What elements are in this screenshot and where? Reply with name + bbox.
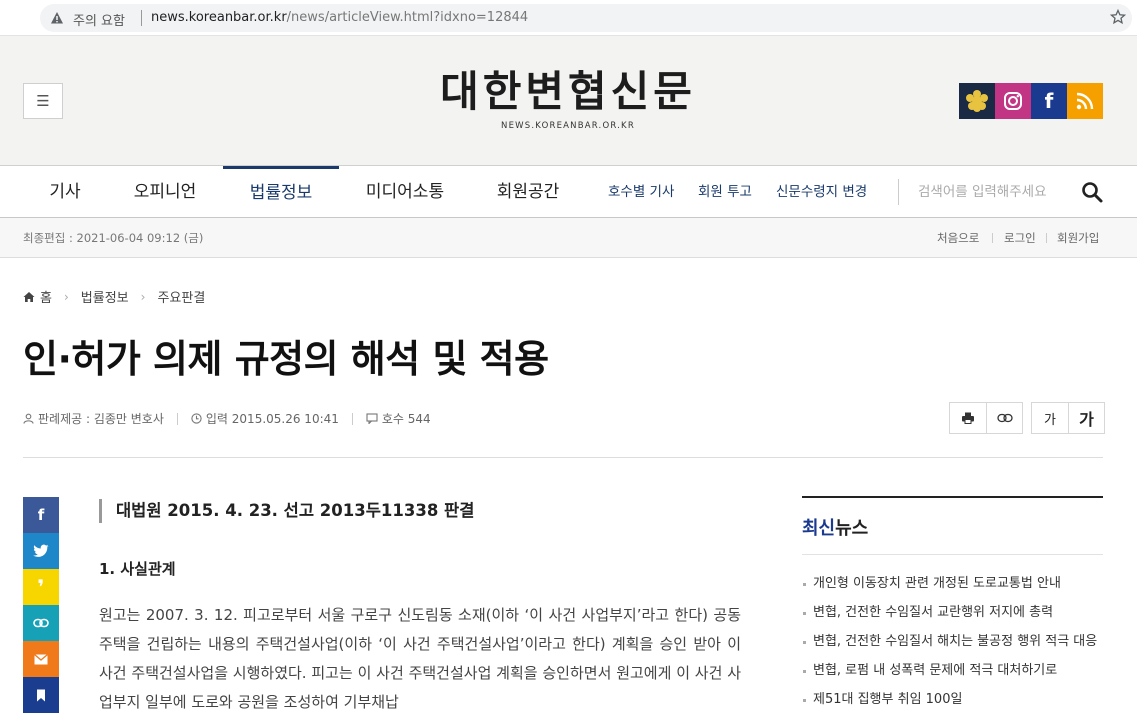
nav-divider [898,179,899,205]
url-text[interactable]: news.koreanbar.or.kr/news/articleView.ht… [151,10,528,25]
util-divider [992,233,993,243]
warning-icon[interactable] [50,11,64,25]
login-link[interactable]: 로그인 [1004,230,1036,246]
chevron-right-icon: › [63,289,69,304]
share-email-button[interactable] [23,641,59,677]
comment-icon [366,413,378,424]
address-divider [141,10,142,26]
nav-item-members[interactable]: 회원공간 [478,166,578,218]
breadcrumb-legal-info[interactable]: 법률정보 [81,287,129,306]
article-author: 판례제공 : 김종만 변호사 [38,412,164,426]
latest-news-title-accent: 최신 [802,518,836,539]
koreanbar-icon[interactable] [959,83,995,119]
article-title: 인·허가 의제 규정의 해석 및 적용 [23,337,549,381]
meta-divider [176,412,178,425]
article-subtitle: 대법원 2015. 4. 23. 선고 2013두11338 판결 [99,499,474,523]
nav-item-media[interactable]: 미디어소통 [350,166,460,218]
article-tools [949,402,1023,434]
breadcrumb-home[interactable]: 홈 [40,287,52,306]
signup-link[interactable]: 회원가입 [1057,230,1099,246]
print-button[interactable] [950,403,986,433]
nav-sub-contribute[interactable]: 회원 투고 [698,166,752,218]
latest-news-title-rest: 뉴스 [835,518,869,539]
url-path: /news/articleView.html?idxno=12844 [286,10,529,25]
twitter-icon [33,544,49,557]
share-kakaostory-button[interactable]: ❜ [23,569,59,605]
instagram-icon[interactable] [995,83,1031,119]
logo-text: 대한변협신문 [440,67,696,116]
url-host: news.koreanbar.or.kr [151,10,287,25]
list-item[interactable]: 개인형 이동장치 관련 개정된 도로교통법 안내 [802,569,1103,598]
share-link-button[interactable] [23,605,59,641]
share-facebook-button[interactable]: f [23,497,59,533]
util-divider [1046,233,1047,243]
font-size-tools: 가 가 [1031,402,1105,434]
link-icon [33,618,49,628]
home-link[interactable]: 처음으로 [937,230,979,246]
info-bar: 최종편집 : 2021-06-04 09:12 (금) 처음으로 로그인 회원가… [0,218,1137,258]
print-icon [962,412,974,424]
nav-sub-address-change[interactable]: 신문수령지 변경 [776,166,867,218]
nav-item-legal-info[interactable]: 법률정보 [223,166,339,218]
list-item[interactable]: 변협, 건전한 수임질서 교란행위 저지에 총력 [802,598,1103,627]
breadcrumb-major-rulings[interactable]: 주요판결 [157,287,205,306]
link-icon [996,413,1013,423]
user-icon [23,413,34,424]
search-input[interactable] [918,181,1068,203]
font-decrease-button[interactable]: 가 [1032,403,1068,433]
facebook-glyph: f [1044,89,1054,113]
article-paragraph: 원고는 2007. 3. 12. 피고로부터 서울 구로구 신도림동 소재(이하… [99,606,741,711]
latest-news-title: 최신뉴스 [802,514,1103,555]
site-header: ☰ 대한변협신문 NEWS.KOREANBAR.OR.KR f [0,36,1137,166]
share-bar: f ❜ [23,497,59,713]
rss-icon[interactable] [1067,83,1103,119]
list-item[interactable]: 제51대 집행부 취임 100일 [802,685,1103,714]
copy-link-button[interactable] [986,403,1022,433]
emblem-icon [966,90,988,112]
nav-sub-issues[interactable]: 호수별 기사 [608,166,674,218]
bookmark-star-icon[interactable] [1110,9,1126,25]
latest-news-list: 개인형 이동장치 관련 개정된 도로교통법 안내 변협, 건전한 수임질서 교란… [802,569,1103,714]
instagram-glyph [1004,92,1022,110]
article-meta: 판례제공 : 김종만 변호사 입력 2015.05.26 10:41 호수 54… [23,410,431,427]
logo-subtext: NEWS.KOREANBAR.OR.KR [501,121,635,131]
url-bar[interactable]: 주의 요함 news.koreanbar.or.kr/news/articleV… [40,4,1132,32]
header-divider [23,457,1103,458]
section-heading: 1. 사실관계 [99,560,176,578]
facebook-icon[interactable]: f [1031,83,1067,119]
nav-item-opinion[interactable]: 오피니언 [118,166,212,218]
article-published: 입력 2015.05.26 10:41 [205,412,339,426]
hamburger-icon: ☰ [36,92,50,110]
kakaostory-icon: ❜ [37,575,45,599]
browser-address-bar: 주의 요함 news.koreanbar.or.kr/news/articleV… [0,0,1137,36]
search-icon[interactable] [1080,180,1104,204]
security-warning-text[interactable]: 주의 요함 [73,10,125,29]
facebook-icon: f [37,506,45,524]
latest-news-box: 최신뉴스 개인형 이동장치 관련 개정된 도로교통법 안내 변협, 건전한 수임… [802,496,1103,714]
share-bookmark-button[interactable] [23,677,59,713]
last-updated: 최종편집 : 2021-06-04 09:12 (금) [23,231,204,245]
meta-divider [351,412,353,425]
clock-icon [191,413,202,424]
nav-item-articles[interactable]: 기사 [30,166,100,218]
share-twitter-button[interactable] [23,533,59,569]
hamburger-menu-button[interactable]: ☰ [23,83,63,119]
main-navigation: 기사 오피니언 법률정보 미디어소통 회원공간 호수별 기사 회원 투고 신문수… [0,166,1137,218]
email-icon [34,653,48,664]
home-icon [23,291,35,302]
rss-glyph [1076,92,1094,110]
font-increase-button[interactable]: 가 [1068,403,1104,433]
site-logo[interactable]: 대한변협신문 NEWS.KOREANBAR.OR.KR [380,62,756,131]
breadcrumb: 홈 › 법률정보 › 주요판결 [23,287,205,306]
list-item[interactable]: 변협, 건전한 수임질서 해치는 불공정 행위 적극 대응 [802,627,1103,656]
list-item[interactable]: 변협, 로펌 내 성폭력 문제에 적극 대처하기로 [802,656,1103,685]
chevron-right-icon: › [140,289,146,304]
article-issue: 호수 544 [381,412,431,426]
bookmark-icon [37,689,45,701]
